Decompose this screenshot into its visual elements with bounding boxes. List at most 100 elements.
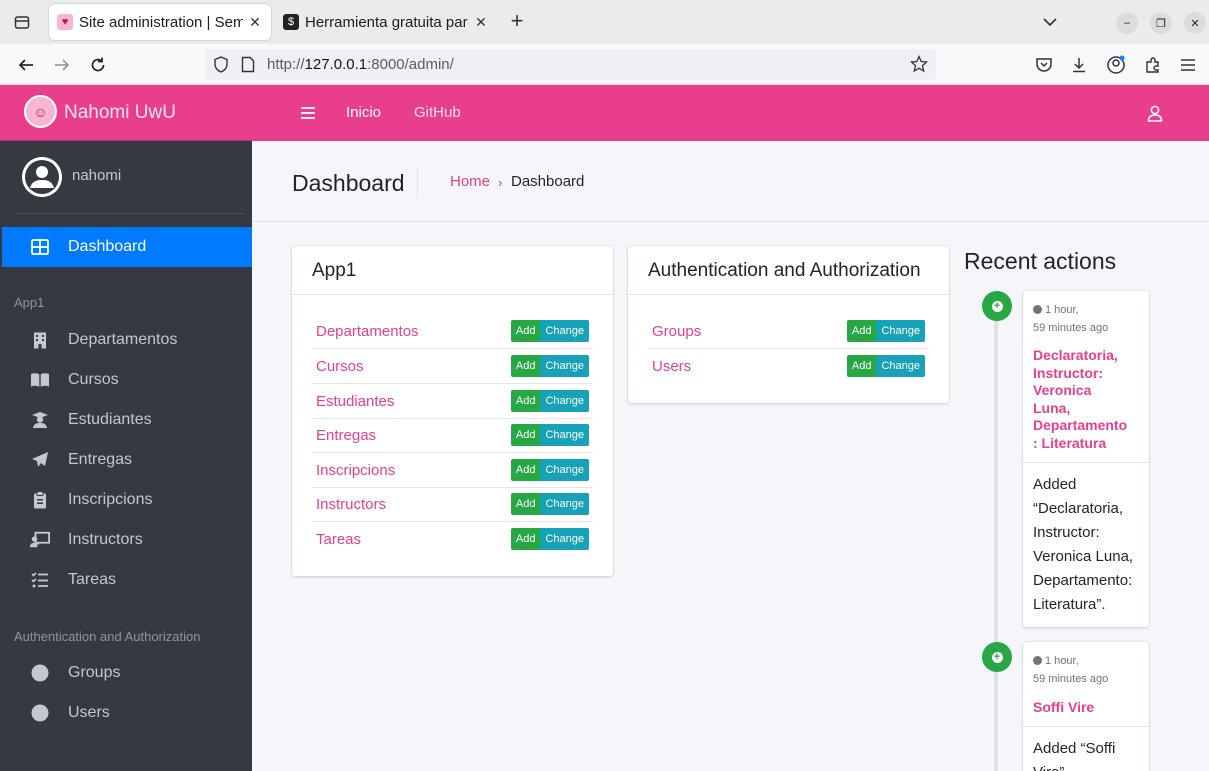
avatar[interactable]: [22, 157, 62, 197]
user-name[interactable]: nahomi: [72, 167, 121, 184]
model-link[interactable]: Users: [652, 358, 691, 375]
shield-icon[interactable]: [213, 56, 229, 78]
extensions-icon[interactable]: [1141, 53, 1165, 77]
model-link[interactable]: Departamentos: [316, 323, 419, 340]
bookmark-star-icon[interactable]: [909, 54, 929, 78]
sidebar-item-cursos[interactable]: Cursos: [2, 360, 252, 400]
browser-tabbar: ♥ Site administration | Sem ✕ $ Herramie…: [0, 0, 1209, 44]
url-path: :8000/admin/: [367, 56, 454, 73]
model-row-departamentos: Departamentos Add Change: [312, 314, 593, 349]
sidebar-item-instructors[interactable]: Instructors: [2, 520, 252, 560]
sidebar-item-users[interactable]: Users: [2, 693, 252, 733]
new-tab-icon[interactable]: +: [505, 10, 529, 34]
browser-navbar: http://127.0.0.1:8000/admin/: [0, 44, 1209, 85]
forward-arrow-icon[interactable]: [50, 53, 74, 77]
clock-icon: [1033, 305, 1042, 314]
content-header: Dashboard Home › Dashboard: [252, 141, 1209, 222]
add-button[interactable]: Add: [510, 320, 541, 342]
sidebar-item-dashboard[interactable]: Dashboard: [2, 227, 252, 267]
brand-link[interactable]: ☺ Nahomi UwU: [0, 85, 252, 141]
sidebar-item-departamentos[interactable]: Departamentos: [2, 320, 252, 360]
model-link[interactable]: Cursos: [316, 358, 364, 375]
add-button[interactable]: Add: [510, 459, 541, 481]
clipboard-icon: [30, 491, 50, 509]
change-button[interactable]: Change: [876, 320, 925, 342]
add-button[interactable]: Add: [510, 390, 541, 412]
address-bar[interactable]: http://127.0.0.1:8000/admin/: [205, 49, 936, 80]
breadcrumb-home[interactable]: Home: [450, 173, 490, 190]
add-button[interactable]: Add: [846, 355, 877, 377]
sidebar-item-entregas[interactable]: Entregas: [2, 440, 252, 480]
sidebar-item-groups[interactable]: Groups: [2, 653, 252, 693]
site-favicon-icon: ♥: [57, 14, 73, 30]
download-icon[interactable]: [1067, 53, 1091, 77]
auth-card: Authentication and Authorization Groups …: [628, 246, 949, 403]
page-icon[interactable]: [241, 56, 255, 78]
timeline-item-link[interactable]: Declaratoria, Instructor: Veronica Luna,…: [1033, 347, 1143, 452]
user-menu-icon[interactable]: [1147, 105, 1163, 127]
change-button[interactable]: Change: [540, 390, 589, 412]
model-link[interactable]: Groups: [652, 323, 701, 340]
model-link[interactable]: Entregas: [316, 427, 376, 444]
graduate-icon: [30, 411, 50, 429]
divider: [1023, 726, 1149, 727]
sidebar-item-estudiantes[interactable]: Estudiantes: [2, 400, 252, 440]
body-line: Added: [1033, 476, 1077, 493]
body-line: Vire”.: [1033, 761, 1143, 771]
model-row-users: Users Add Change: [648, 349, 929, 384]
add-button[interactable]: Add: [510, 424, 541, 446]
change-button[interactable]: Change: [540, 424, 589, 446]
window-close-icon[interactable]: ✕: [1184, 12, 1206, 34]
model-row-cursos: Cursos Add Change: [312, 349, 593, 384]
nav-link-github[interactable]: GitHub: [414, 104, 461, 121]
change-button[interactable]: Change: [540, 320, 589, 342]
model-link[interactable]: Tareas: [316, 531, 361, 548]
sidebar-toggle-icon[interactable]: [300, 105, 316, 126]
tab-list-icon[interactable]: [10, 10, 34, 34]
paper-plane-icon: [30, 451, 50, 469]
close-tab-icon[interactable]: ✕: [473, 14, 489, 31]
time-line1: 1 hour,: [1045, 304, 1079, 316]
menu-hamburger-icon[interactable]: [1176, 53, 1200, 77]
reload-icon[interactable]: [86, 53, 110, 77]
model-link[interactable]: Estudiantes: [316, 393, 394, 410]
body-line: Veronica Luna,: [1033, 548, 1134, 565]
app1-card: App1 Departamentos Add Change Cursos Add C…: [292, 246, 613, 576]
brand-logo-icon: ☺: [24, 95, 57, 128]
head-line: Veronica: [1033, 382, 1092, 398]
browser-tab-admin[interactable]: ♥ Site administration | Sem ✕: [49, 4, 271, 40]
add-button[interactable]: Add: [846, 320, 877, 342]
change-button[interactable]: Change: [540, 493, 589, 515]
model-row-entregas: Entregas Add Change: [312, 418, 593, 453]
head-line: Declaratoria,: [1033, 347, 1118, 363]
sidebar-item-label: Instructors: [68, 531, 143, 548]
sidebar-section-auth: Authentication and Authorization: [14, 629, 201, 644]
sidebar-item-inscripcions[interactable]: Inscripcions: [2, 480, 252, 520]
sidebar-item-tareas[interactable]: Tareas: [2, 560, 252, 600]
minimize-icon[interactable]: –: [1116, 12, 1138, 34]
add-button[interactable]: Add: [510, 493, 541, 515]
browser-tab-herramienta[interactable]: $ Herramienta gratuita par ✕: [275, 4, 497, 40]
breadcrumb-separator: ›: [498, 175, 503, 190]
building-icon: [30, 331, 50, 349]
pocket-icon[interactable]: [1032, 53, 1056, 77]
model-link[interactable]: Inscripcions: [316, 462, 395, 479]
restore-icon[interactable]: ❐: [1150, 12, 1172, 34]
tab-title: Herramienta gratuita par: [305, 13, 468, 31]
back-arrow-icon[interactable]: [14, 53, 38, 77]
timeline-item-link[interactable]: Soffi Vire: [1033, 699, 1143, 717]
model-row-estudiantes: Estudiantes Add Change: [312, 384, 593, 419]
card-title: App1: [312, 260, 357, 281]
account-icon[interactable]: [1104, 53, 1128, 77]
add-button[interactable]: Add: [510, 528, 541, 550]
close-tab-icon[interactable]: ✕: [247, 14, 263, 31]
add-button[interactable]: Add: [510, 355, 541, 377]
chevron-down-icon[interactable]: [1040, 12, 1060, 32]
change-button[interactable]: Change: [540, 459, 589, 481]
timeline-line: [994, 300, 998, 771]
nav-link-inicio[interactable]: Inicio: [346, 104, 381, 121]
model-link[interactable]: Instructors: [316, 496, 386, 513]
change-button[interactable]: Change: [876, 355, 925, 377]
change-button[interactable]: Change: [540, 528, 589, 550]
change-button[interactable]: Change: [540, 355, 589, 377]
